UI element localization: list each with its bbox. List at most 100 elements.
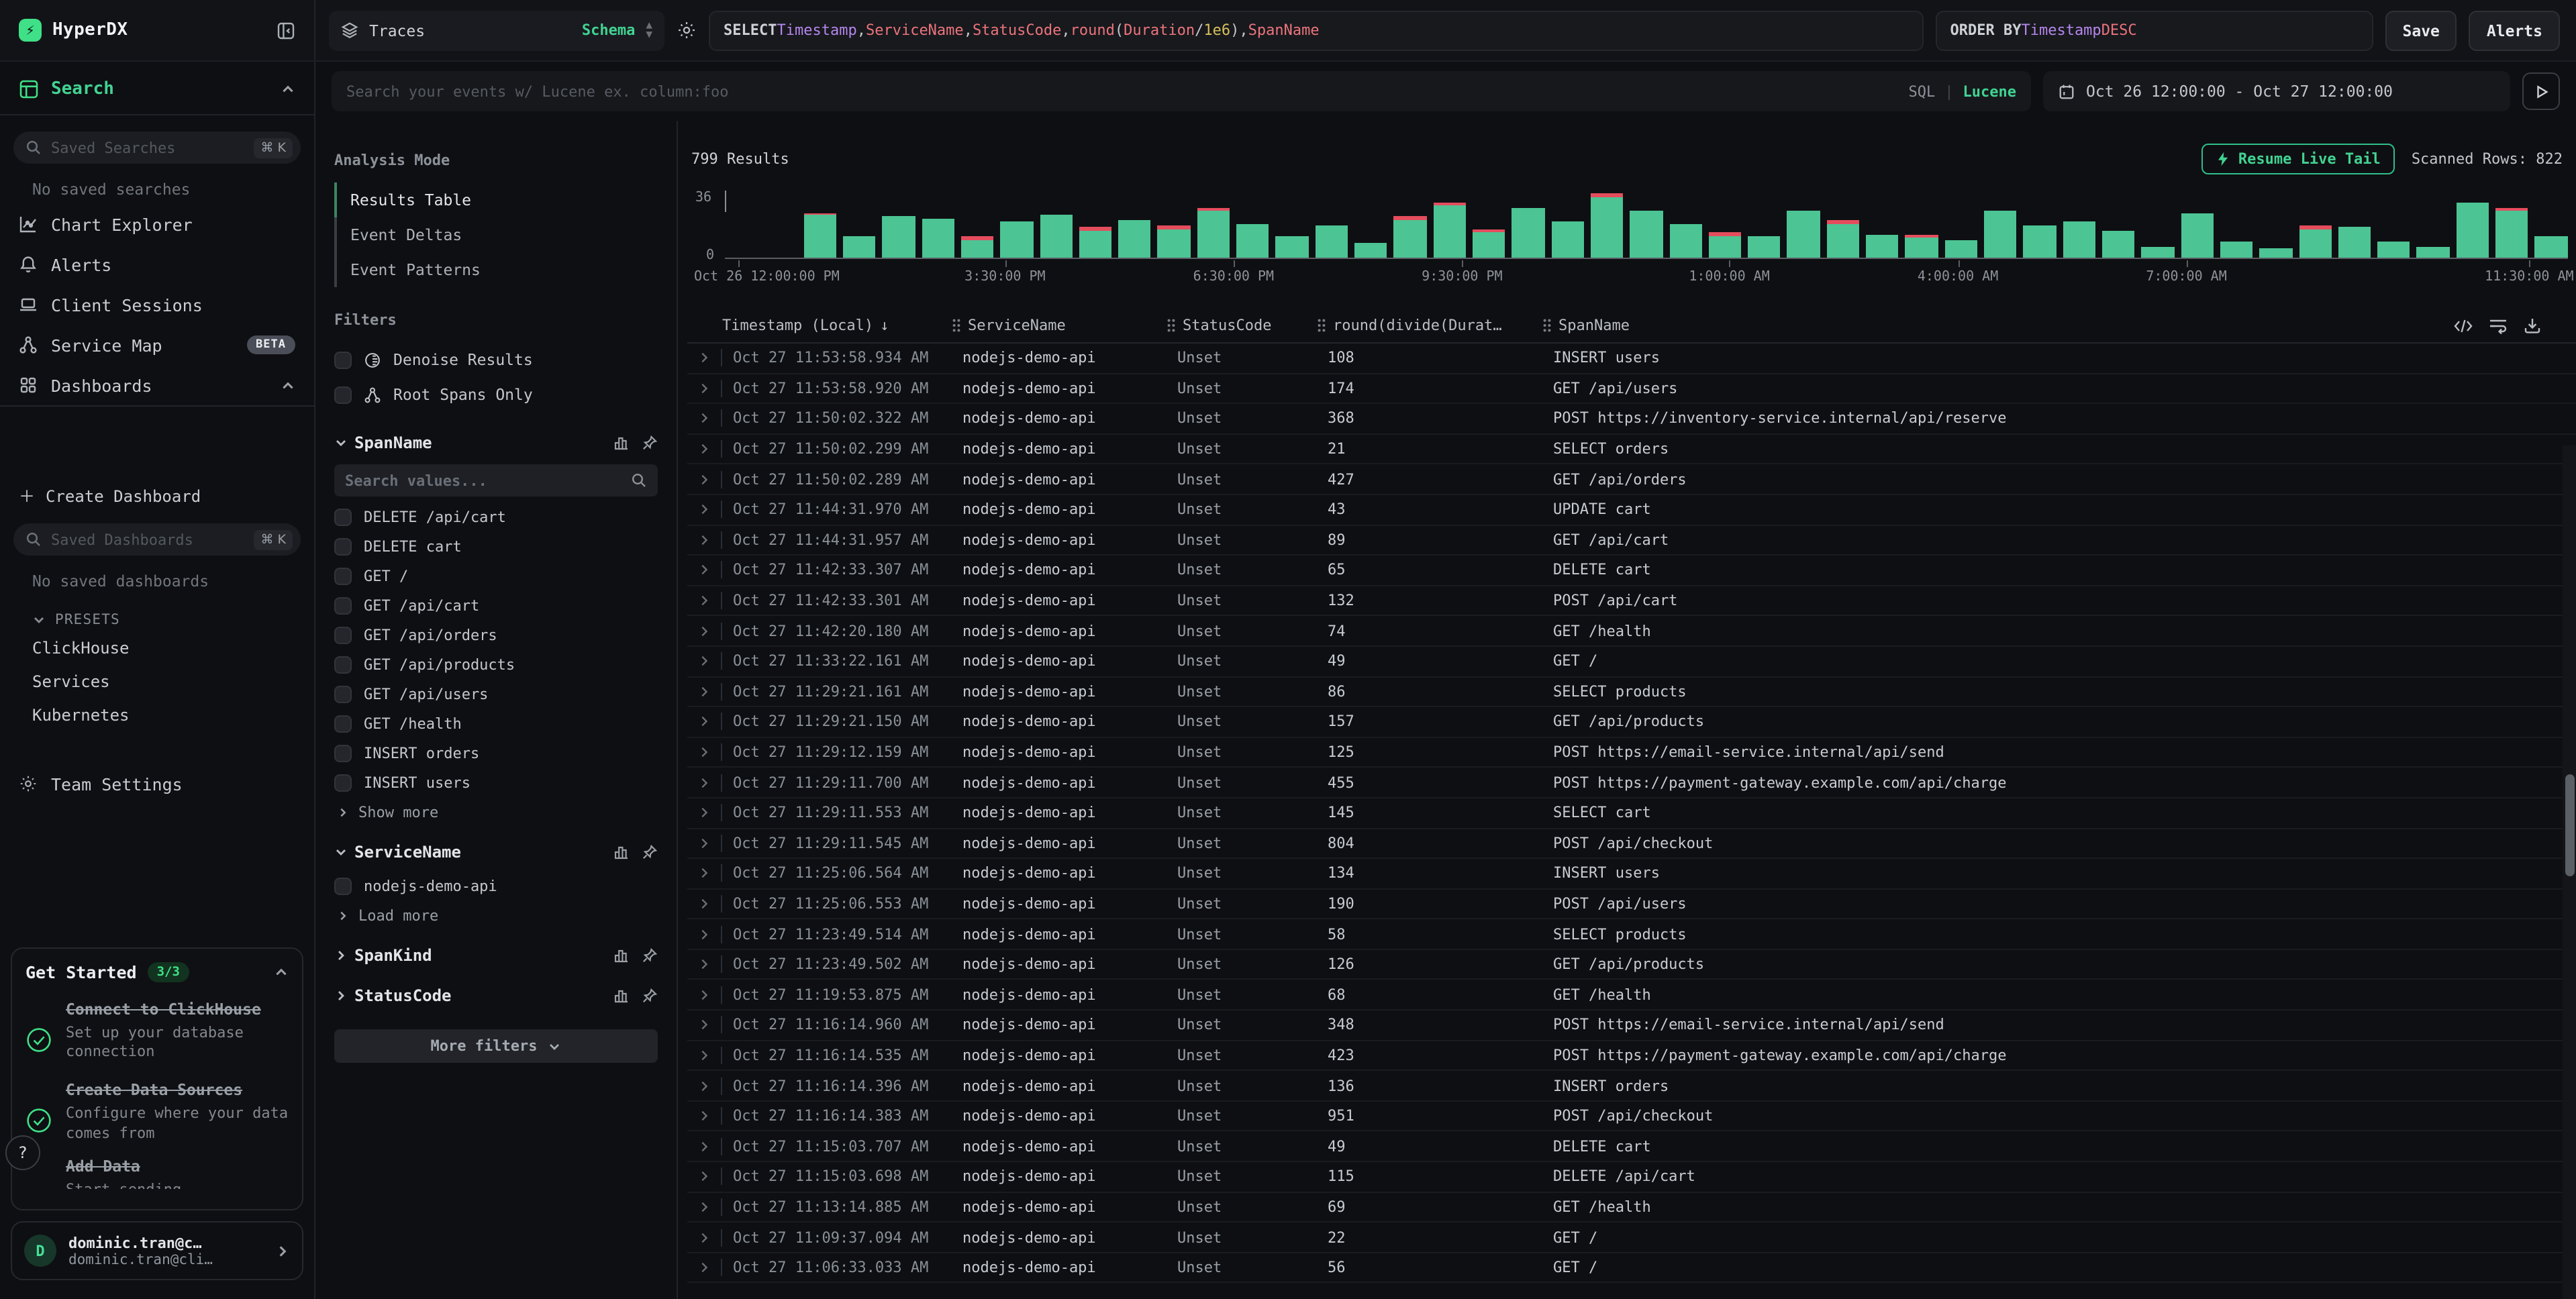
table-row[interactable]: Oct 27 11:25:06.553 AMnodejs-demo-apiUns…	[687, 889, 2576, 919]
table-row[interactable]: Oct 27 11:33:22.161 AMnodejs-demo-apiUns…	[687, 647, 2576, 677]
expand-row-chevron-icon[interactable]	[687, 1198, 722, 1216]
table-row[interactable]: Oct 27 11:53:58.920 AMnodejs-demo-apiUns…	[687, 374, 2576, 404]
checkbox[interactable]	[334, 656, 352, 673]
checkbox[interactable]	[334, 596, 352, 614]
drag-handle-icon[interactable]	[1542, 318, 1552, 333]
code-view-icon[interactable]	[2454, 317, 2473, 334]
drag-handle-icon[interactable]	[1317, 318, 1326, 333]
column-header-spanname[interactable]: SpanName	[1542, 317, 2454, 334]
table-row[interactable]: Oct 27 11:09:37.094 AMnodejs-demo-apiUns…	[687, 1223, 2576, 1253]
expand-row-chevron-icon[interactable]	[687, 531, 722, 549]
order-by-input[interactable]: ORDER BY Timestamp DESC	[1936, 10, 2373, 50]
sidebar-item-chart-explorer[interactable]: Chart Explorer	[0, 204, 314, 244]
source-settings-gear-icon[interactable]	[677, 20, 697, 40]
expand-row-chevron-icon[interactable]	[687, 895, 722, 913]
saved-searches-field[interactable]	[51, 139, 245, 156]
run-query-button[interactable]	[2522, 72, 2560, 110]
histogram-plot[interactable]	[725, 193, 2568, 259]
drag-handle-icon[interactable]	[1167, 318, 1176, 333]
text-wrap-icon[interactable]	[2489, 317, 2508, 334]
table-row[interactable]: Oct 27 11:29:12.159 AMnodejs-demo-apiUns…	[687, 737, 2576, 768]
table-row[interactable]: Oct 27 11:29:11.545 AMnodejs-demo-apiUns…	[687, 829, 2576, 859]
create-dashboard-button[interactable]: ＋ Create Dashboard	[0, 471, 314, 507]
filter-value-row[interactable]: INSERT orders	[334, 738, 658, 768]
expand-row-chevron-icon[interactable]	[687, 1259, 722, 1276]
events-histogram[interactable]: 36 0 Oct 26 12:00:00 PM3:30:00 PM6:30:00…	[687, 193, 2576, 290]
table-row[interactable]: Oct 27 11:16:14.960 AMnodejs-demo-apiUns…	[687, 1010, 2576, 1041]
expand-row-chevron-icon[interactable]	[687, 835, 722, 852]
resume-live-tail-button[interactable]: Resume Live Tail	[2202, 144, 2395, 174]
download-icon[interactable]	[2524, 317, 2541, 334]
preset-dashboard-link[interactable]: Services	[0, 664, 314, 698]
checkbox[interactable]	[334, 626, 352, 643]
lucene-toggle-label[interactable]: Lucene	[1963, 83, 2017, 100]
sidebar-item-client-sessions[interactable]: Client Sessions	[0, 284, 314, 325]
table-row[interactable]: Oct 27 11:44:31.970 AMnodejs-demo-apiUns…	[687, 495, 2576, 525]
saved-dashboards-field[interactable]	[51, 531, 245, 548]
presets-header[interactable]: PRESETS	[0, 596, 314, 631]
checkbox[interactable]	[334, 508, 352, 525]
chevron-up-icon[interactable]	[281, 82, 295, 97]
expand-row-chevron-icon[interactable]	[687, 1077, 722, 1094]
table-row[interactable]: Oct 27 11:50:02.322 AMnodejs-demo-apiUns…	[687, 404, 2576, 434]
expand-row-chevron-icon[interactable]	[687, 380, 722, 397]
bar-chart-icon[interactable]	[613, 947, 630, 964]
table-row[interactable]: Oct 27 11:19:53.875 AMnodejs-demo-apiUns…	[687, 980, 2576, 1010]
preset-dashboard-link[interactable]: ClickHouse	[0, 631, 314, 664]
root-spans-toggle[interactable]: Root Spans Only	[334, 377, 658, 412]
saved-dashboards-input[interactable]: ⌘ K	[13, 523, 301, 556]
table-row[interactable]: Oct 27 11:29:11.553 AMnodejs-demo-apiUns…	[687, 798, 2576, 829]
collapse-sidebar-icon[interactable]	[277, 21, 295, 40]
expand-row-chevron-icon[interactable]	[687, 470, 722, 488]
expand-row-chevron-icon[interactable]	[687, 1229, 722, 1246]
filter-value-row[interactable]: nodejs-demo-api	[334, 871, 658, 900]
drag-handle-icon[interactable]	[952, 318, 961, 333]
pin-icon[interactable]	[642, 947, 658, 964]
analysis-mode-option[interactable]: Results Table	[334, 183, 658, 217]
table-row[interactable]: Oct 27 11:29:21.161 AMnodejs-demo-apiUns…	[687, 677, 2576, 707]
bar-chart-icon[interactable]	[613, 988, 630, 1004]
expand-row-chevron-icon[interactable]	[687, 1168, 722, 1186]
expand-row-chevron-icon[interactable]	[687, 683, 722, 700]
saved-searches-input[interactable]: ⌘ K	[13, 132, 301, 164]
sql-toggle-label[interactable]: SQL	[1909, 83, 1936, 100]
filter-value-row[interactable]: DELETE cart	[334, 531, 658, 561]
expand-row-chevron-icon[interactable]	[687, 652, 722, 670]
table-row[interactable]: Oct 27 11:50:02.299 AMnodejs-demo-apiUns…	[687, 435, 2576, 465]
column-header-servicename[interactable]: ServiceName	[952, 317, 1167, 334]
scrollbar-thumb[interactable]	[2565, 774, 2574, 876]
table-row[interactable]: Oct 27 11:50:02.289 AMnodejs-demo-apiUns…	[687, 465, 2576, 495]
event-search-input[interactable]	[332, 83, 2031, 100]
table-row[interactable]: Oct 27 11:23:49.502 AMnodejs-demo-apiUns…	[687, 950, 2576, 980]
table-row[interactable]: Oct 27 11:15:03.707 AMnodejs-demo-apiUns…	[687, 1132, 2576, 1162]
bar-chart-icon[interactable]	[613, 844, 630, 860]
save-button[interactable]: Save	[2385, 10, 2457, 50]
get-started-item[interactable]: Connect to ClickHouseSet up your databas…	[26, 1000, 289, 1063]
expand-row-chevron-icon[interactable]	[687, 774, 722, 791]
table-row[interactable]: Oct 27 11:42:33.307 AMnodejs-demo-apiUns…	[687, 556, 2576, 586]
expand-row-chevron-icon[interactable]	[687, 1047, 722, 1064]
sql-select-input[interactable]: SELECT Timestamp,ServiceName,StatusCode,…	[709, 10, 1924, 50]
load-more-button[interactable]: Load more	[334, 900, 658, 925]
checkbox[interactable]	[334, 685, 352, 703]
filter-value-row[interactable]: GET /api/products	[334, 650, 658, 679]
expand-row-chevron-icon[interactable]	[687, 440, 722, 458]
expand-row-chevron-icon[interactable]	[687, 713, 722, 731]
alerts-button[interactable]: Alerts	[2469, 10, 2560, 50]
filter-value-row[interactable]: GET /	[334, 561, 658, 590]
expand-row-chevron-icon[interactable]	[687, 1137, 722, 1155]
column-header-statuscode[interactable]: StatusCode	[1167, 317, 1317, 334]
analysis-mode-option[interactable]: Event Deltas	[334, 217, 658, 252]
expand-row-chevron-icon[interactable]	[687, 804, 722, 821]
expand-row-chevron-icon[interactable]	[687, 592, 722, 609]
pin-icon[interactable]	[642, 844, 658, 860]
table-row[interactable]: Oct 27 11:29:11.700 AMnodejs-demo-apiUns…	[687, 768, 2576, 798]
checkbox[interactable]	[334, 877, 352, 894]
filter-group-header[interactable]: SpanName	[334, 433, 658, 452]
help-button[interactable]: ?	[5, 1135, 40, 1170]
column-header-duration[interactable]: round(divide(Durat…	[1317, 317, 1542, 334]
expand-row-chevron-icon[interactable]	[687, 925, 722, 943]
pin-icon[interactable]	[642, 435, 658, 451]
expand-row-chevron-icon[interactable]	[687, 986, 722, 1004]
filter-value-row[interactable]: GET /api/users	[334, 679, 658, 709]
